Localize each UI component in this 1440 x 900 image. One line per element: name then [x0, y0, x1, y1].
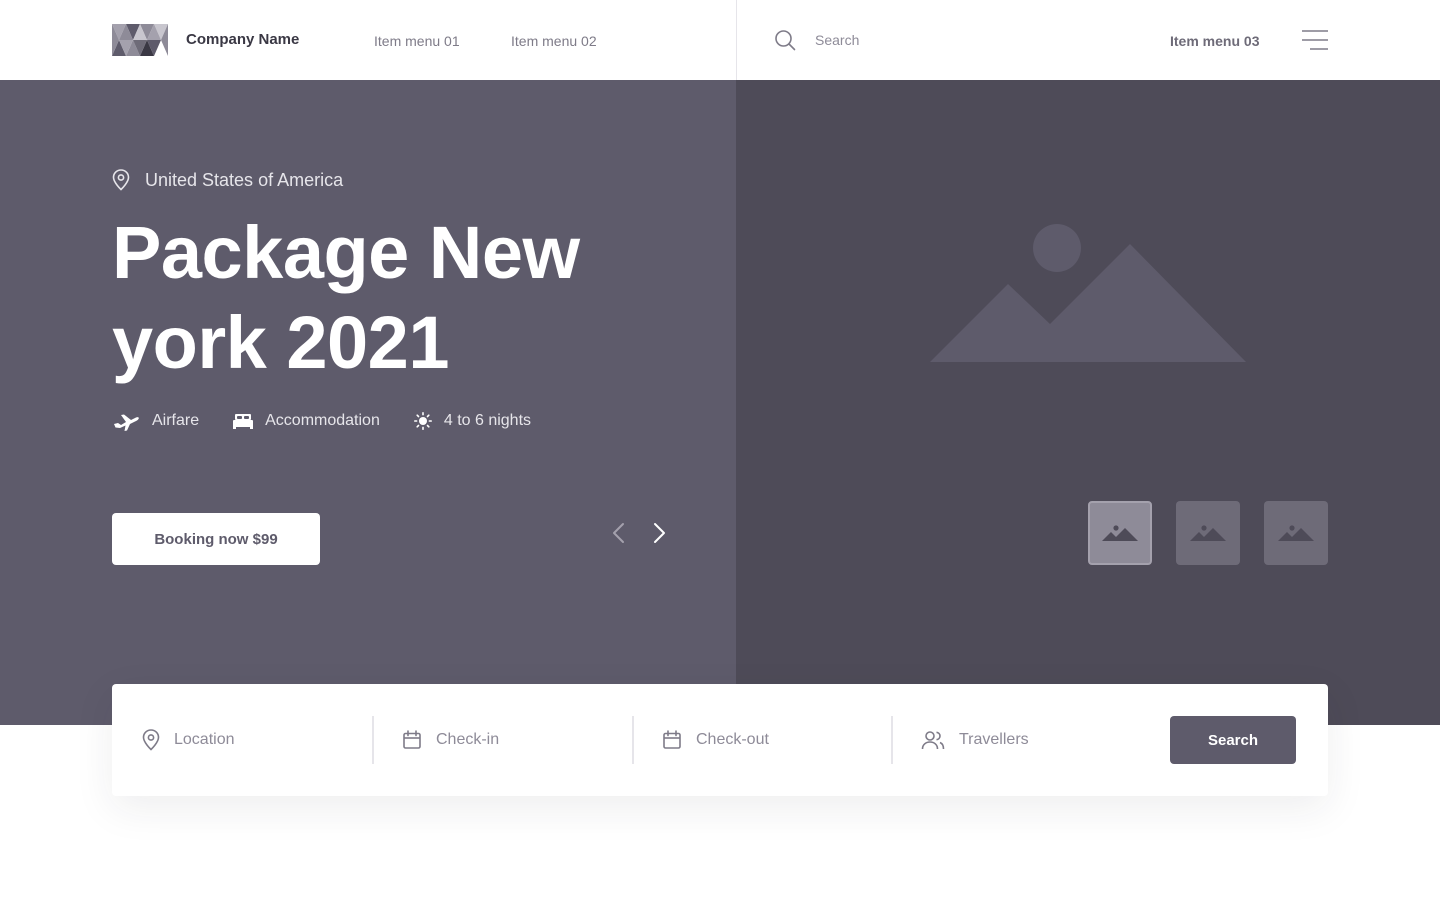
hero-image-panel — [736, 80, 1440, 725]
company-name: Company Name — [186, 31, 300, 48]
users-icon — [921, 731, 945, 750]
location-pin-icon — [142, 729, 160, 751]
airplane-icon — [114, 414, 139, 431]
calendar-icon — [403, 730, 421, 749]
search-button[interactable]: Search — [1170, 716, 1296, 764]
chevron-left-icon[interactable] — [608, 521, 630, 545]
bed-icon — [233, 414, 254, 429]
chevron-right-icon[interactable] — [649, 521, 671, 545]
nav-item-03[interactable]: Item menu 03 — [1170, 31, 1259, 51]
travellers-field[interactable]: Travellers — [921, 716, 1151, 764]
field-divider — [891, 716, 893, 764]
feature-label: Accommodation — [265, 412, 380, 429]
location-field[interactable]: Location — [142, 716, 372, 764]
company-logo-icon[interactable] — [112, 24, 168, 56]
hero-title: Package New york 2021 — [112, 211, 580, 384]
image-placeholder-icon — [1278, 525, 1314, 541]
booking-search-bar: Location Check-in Check-out Travellers S… — [112, 684, 1328, 796]
booking-now-button[interactable]: Booking now $99 — [112, 513, 320, 565]
check-in-field[interactable]: Check-in — [402, 716, 632, 764]
search-input[interactable] — [815, 28, 1115, 52]
nav-item-01[interactable]: Item menu 01 — [374, 31, 460, 51]
package-features: Airfare Accommodation 4 to 6 nights — [112, 408, 565, 434]
feature-nights: 4 to 6 nights — [413, 409, 532, 433]
feature-label: 4 to 6 nights — [443, 412, 532, 429]
header-divider — [736, 0, 737, 80]
thumbnail-2[interactable] — [1176, 501, 1240, 565]
image-placeholder-icon — [1190, 525, 1226, 541]
thumbnail-1[interactable] — [1088, 501, 1152, 565]
location-text: United States of America — [145, 170, 344, 190]
thumbnail-3[interactable] — [1264, 501, 1328, 565]
nav-item-02[interactable]: Item menu 02 — [511, 31, 597, 51]
location-pin-icon — [112, 169, 130, 191]
field-divider — [632, 716, 634, 764]
feature-airfare: Airfare — [112, 409, 199, 433]
location-placeholder: Location — [174, 731, 235, 748]
hero-left-panel — [0, 80, 736, 725]
check-out-field[interactable]: Check-out — [662, 716, 892, 764]
field-divider — [372, 716, 374, 764]
feature-label: Airfare — [152, 412, 200, 429]
header: Company Name Item menu 01 Item menu 02 I… — [0, 0, 1440, 80]
search-icon[interactable] — [774, 29, 796, 51]
check-out-placeholder: Check-out — [696, 731, 769, 748]
travellers-placeholder: Travellers — [959, 731, 1029, 748]
check-in-placeholder: Check-in — [436, 731, 500, 748]
feature-accommodation: Accommodation — [233, 409, 380, 433]
image-placeholder-icon — [930, 224, 1246, 362]
image-placeholder-icon — [1102, 525, 1138, 541]
calendar-icon — [663, 730, 681, 749]
hamburger-menu-icon[interactable] — [1302, 29, 1328, 51]
sun-icon — [413, 412, 432, 430]
hero-location: United States of America — [112, 169, 343, 191]
